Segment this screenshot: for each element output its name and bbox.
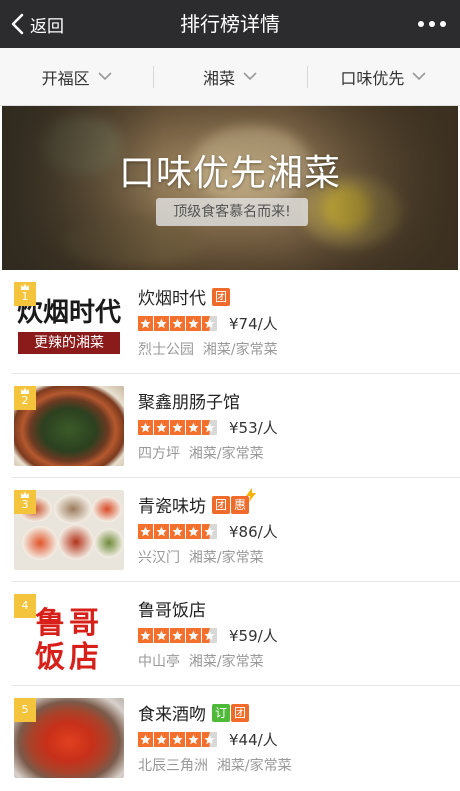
rank-number: 4 xyxy=(21,599,29,612)
restaurant-name: 青瓷味坊 xyxy=(138,497,206,517)
group-buy-badge: 团 xyxy=(212,287,230,306)
category-label: 湘菜/家常菜 xyxy=(216,758,292,774)
filter-district-label: 开福区 xyxy=(41,68,90,88)
avg-price: ¥44/人 xyxy=(229,731,278,749)
rank-number: 1 xyxy=(21,290,29,303)
chevron-down-icon xyxy=(243,72,257,81)
rank-badge: 4 xyxy=(14,594,36,618)
reservation-badge: 订 xyxy=(212,703,230,722)
top-nav-bar: 返回 排行榜详情 xyxy=(0,0,460,48)
star-rating xyxy=(138,420,217,435)
rank-badge: 2 xyxy=(14,386,36,410)
page-title: 排行榜详情 xyxy=(180,12,280,36)
avg-price: ¥59/人 xyxy=(229,627,278,645)
restaurant-name: 食来酒吻 xyxy=(138,705,206,725)
area-label: 烈士公园 xyxy=(138,342,194,358)
location-category: 中山亭 湘菜/家常菜 xyxy=(138,651,264,671)
area-label: 兴汉门 xyxy=(138,550,180,566)
restaurant-name: 炊烟时代 xyxy=(138,289,206,309)
back-button[interactable]: 返回 xyxy=(10,0,64,48)
list-item[interactable]: 鲁哥 饭店 4 鲁哥饭店 ¥59/人 中山亭 湘菜/家常菜 xyxy=(0,582,460,686)
restaurant-name: 鲁哥饭店 xyxy=(138,601,206,621)
list-item[interactable]: 5 食来酒吻 订 团 ¥44/人 北辰三角洲 湘菜/家常菜 xyxy=(0,686,460,790)
more-icon[interactable] xyxy=(418,0,446,48)
category-label: 湘菜/家常菜 xyxy=(202,342,278,358)
chevron-down-icon xyxy=(412,72,426,81)
area-label: 四方坪 xyxy=(138,446,180,462)
avg-price: ¥86/人 xyxy=(229,523,278,541)
star-rating xyxy=(138,524,217,539)
star-rating xyxy=(138,628,217,643)
rank-badge: 3 xyxy=(14,490,36,514)
location-category: 兴汉门 湘菜/家常菜 xyxy=(138,547,264,567)
filter-cuisine[interactable]: 湘菜 xyxy=(153,48,306,105)
category-label: 湘菜/家常菜 xyxy=(188,446,264,462)
list-item[interactable]: 3 青瓷味坊 团 惠 ¥86/人 兴汉门 湘菜/家常菜 xyxy=(0,478,460,582)
restaurant-name: 聚鑫朋肠子馆 xyxy=(138,393,240,413)
back-label: 返回 xyxy=(30,16,64,37)
group-buy-badge: 团 xyxy=(212,495,230,514)
star-rating xyxy=(138,316,217,331)
area-label: 中山亭 xyxy=(138,654,180,670)
list-item[interactable]: 炊烟时代 更辣的湘菜 1 炊烟时代 团 ¥74/人 烈士公园 湘菜/家常菜 xyxy=(0,270,460,374)
area-label: 北辰三角洲 xyxy=(138,758,208,774)
group-buy-badge: 团 xyxy=(231,703,249,722)
location-category: 四方坪 湘菜/家常菜 xyxy=(138,443,264,463)
photo-text: 更辣的湘菜 xyxy=(18,332,120,354)
chevron-down-icon xyxy=(98,72,112,81)
star-rating xyxy=(138,732,217,747)
location-category: 烈士公园 湘菜/家常菜 xyxy=(138,339,278,359)
filter-bar: 开福区 湘菜 口味优先 xyxy=(0,48,460,106)
filter-sort-label: 口味优先 xyxy=(340,68,405,88)
rank-number: 2 xyxy=(21,394,29,407)
banner-tag: 顶级食客慕名而来! xyxy=(156,198,308,226)
filter-sort[interactable]: 口味优先 xyxy=(306,48,460,105)
banner-title: 口味优先湘菜 xyxy=(118,153,341,194)
rank-number: 5 xyxy=(21,703,29,716)
filter-district[interactable]: 开福区 xyxy=(0,48,153,105)
rank-number: 3 xyxy=(21,498,29,511)
filter-cuisine-label: 湘菜 xyxy=(202,68,235,88)
ranking-banner: 口味优先湘菜 顶级食客慕名而来! xyxy=(2,106,458,270)
lightning-icon xyxy=(246,487,256,502)
category-label: 湘菜/家常菜 xyxy=(188,654,264,670)
category-label: 湘菜/家常菜 xyxy=(188,550,264,566)
chevron-left-icon xyxy=(11,13,24,35)
photo-text: 饭店 xyxy=(35,640,103,674)
location-category: 北辰三角洲 湘菜/家常菜 xyxy=(138,755,292,775)
avg-price: ¥53/人 xyxy=(229,419,278,437)
avg-price: ¥74/人 xyxy=(229,315,278,333)
rank-badge: 1 xyxy=(14,282,36,306)
rank-badge: 5 xyxy=(14,698,36,722)
list-item[interactable]: 2 聚鑫朋肠子馆 ¥53/人 四方坪 湘菜/家常菜 xyxy=(0,374,460,478)
